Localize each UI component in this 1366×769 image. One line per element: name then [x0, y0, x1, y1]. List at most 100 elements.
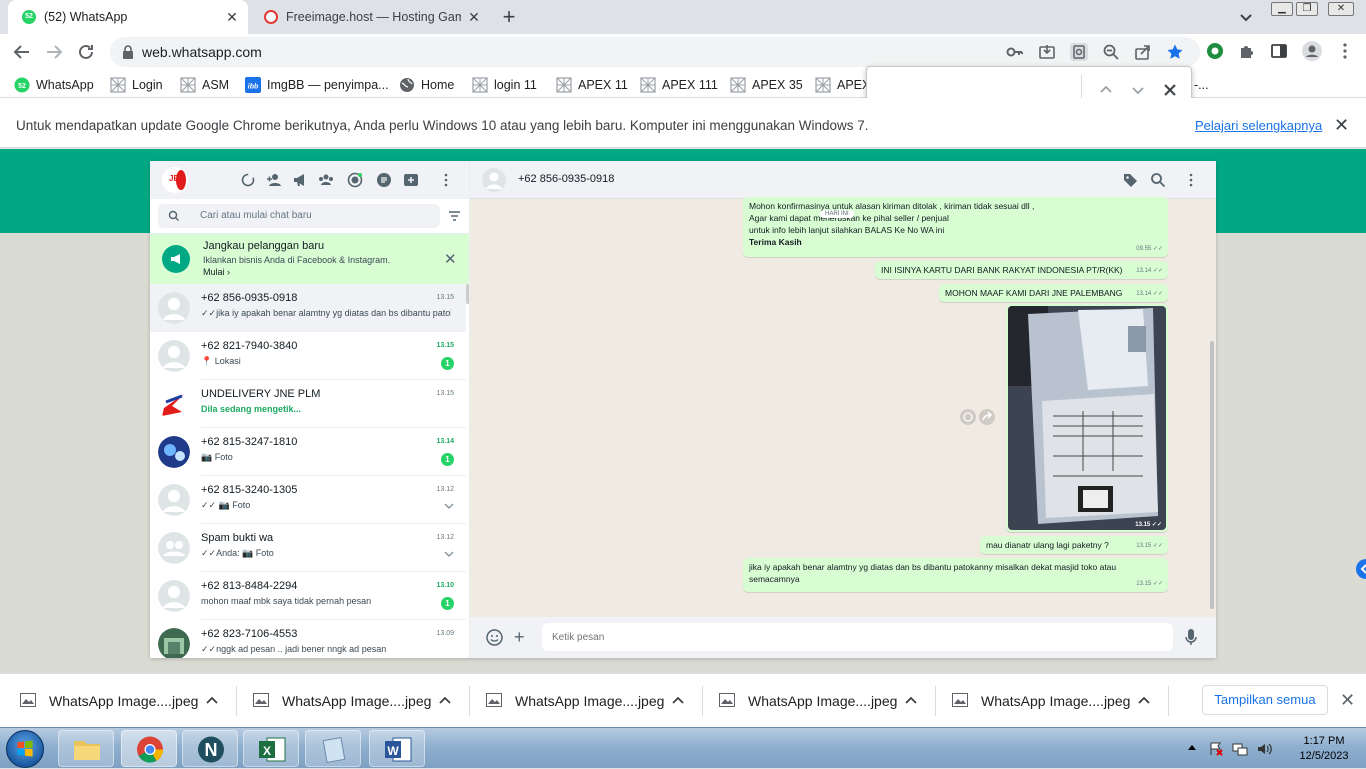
close-tab-icon[interactable]: ✕	[466, 9, 482, 25]
chevron-down-icon[interactable]	[444, 502, 454, 510]
download-item[interactable]: WhatsApp Image....jpeg	[233, 674, 470, 728]
bookmark-apex-11[interactable]: APEX 11	[556, 76, 628, 94]
chevron-down-icon[interactable]	[444, 550, 454, 558]
bookmark-apex-111[interactable]: APEX 111	[640, 76, 718, 94]
menu-icon[interactable]	[438, 172, 454, 188]
megaphone-icon[interactable]	[292, 172, 308, 188]
message-bubble-outgoing[interactable]: jika iy apakah benar alamtny yg diatas d…	[743, 558, 1168, 592]
bookmark-login[interactable]: Login	[110, 76, 163, 94]
taskbar-notepad[interactable]	[305, 730, 361, 767]
react-emoji-button[interactable]	[960, 409, 976, 425]
find-close-button[interactable]	[1161, 81, 1179, 99]
bookmark-overflow[interactable]: -...	[1194, 76, 1209, 94]
close-tab-icon[interactable]: ✕	[224, 9, 240, 25]
microphone-icon[interactable]	[1185, 629, 1197, 646]
install-app-icon[interactable]	[1038, 43, 1056, 61]
chevron-up-icon[interactable]	[1138, 695, 1150, 705]
channels-icon[interactable]	[376, 172, 392, 188]
download-item[interactable]: WhatsApp Image....jpeg	[466, 674, 703, 728]
tab-search-icon[interactable]	[1238, 9, 1254, 25]
conversation-header[interactable]: +62 856-0935-0918	[470, 161, 1216, 199]
close-downloads-button[interactable]: ✕	[1340, 690, 1355, 711]
forward-button[interactable]	[979, 409, 995, 425]
new-chat-icon[interactable]	[403, 172, 419, 188]
find-previous-button[interactable]	[1097, 81, 1115, 99]
chevron-up-icon[interactable]	[905, 695, 917, 705]
message-bubble-outgoing[interactable]: MOHON MAAF KAMI DARI JNE PALEMBANG 13.14…	[939, 284, 1168, 302]
promo-close-button[interactable]: ✕	[444, 250, 457, 268]
action-center-flag-icon[interactable]	[1208, 741, 1224, 757]
image-message[interactable]: 13.15 ✓✓	[1006, 304, 1168, 532]
profile-avatar-icon[interactable]	[1302, 41, 1322, 61]
chat-list-item[interactable]: +62 823-7106-4553 13.09 ✓✓nggk ad pesan …	[150, 620, 466, 658]
bookmark-apex[interactable]: APEX	[815, 76, 870, 94]
chevron-up-icon[interactable]	[439, 695, 451, 705]
show-all-downloads-button[interactable]: Tampilkan semua	[1202, 685, 1328, 715]
download-item[interactable]: WhatsApp Image....jpeg	[699, 674, 936, 728]
download-item[interactable]: WhatsApp Image....jpeg	[0, 674, 237, 728]
close-window-button[interactable]: ✕	[1328, 2, 1354, 16]
taskbar-chrome[interactable]	[121, 730, 177, 767]
side-panel-icon[interactable]	[1270, 42, 1288, 60]
extensions-puzzle-icon[interactable]	[1238, 42, 1256, 60]
attach-plus-icon[interactable]: +	[514, 628, 525, 646]
bookmark-login-11[interactable]: login 11	[472, 76, 537, 94]
zoom-icon[interactable]	[1102, 43, 1120, 61]
lock-icon[interactable]	[122, 45, 134, 59]
address-bar[interactable]: web.whatsapp.com	[110, 37, 1200, 67]
bookmark-apex-35[interactable]: APEX 35	[730, 76, 803, 94]
system-clock[interactable]: 1:17 PM 12/5/2023	[1288, 734, 1360, 764]
message-bubble-outgoing[interactable]: INI ISINYA KARTU DARI BANK RAKYAT INDONE…	[875, 261, 1168, 279]
filter-icon[interactable]	[448, 210, 461, 222]
bookmark-star-icon[interactable]	[1166, 43, 1184, 61]
forward-button[interactable]	[44, 42, 64, 62]
start-button[interactable]	[6, 730, 44, 768]
download-item[interactable]: WhatsApp Image....jpeg	[932, 674, 1169, 728]
profile-avatar[interactable]: JE	[162, 167, 188, 193]
chat-list-item[interactable]: +62 821-7940-3840 13.15 📍 Lokasi 1	[150, 332, 466, 380]
chat-list-item[interactable]: +62 813-8484-2294 13.10 mohon maaf mbk s…	[150, 572, 466, 620]
taskbar-n-app[interactable]: N	[182, 730, 238, 767]
chat-list-item[interactable]: Spam bukti wa 13.12 ✓✓Anda: 📷 Foto	[150, 524, 466, 572]
communities-status-icon[interactable]	[240, 172, 256, 188]
tab-whatsapp[interactable]: 52 (52) WhatsApp ✕	[8, 0, 248, 34]
info-bar-close-button[interactable]: ✕	[1334, 115, 1349, 136]
contact-avatar[interactable]	[482, 168, 506, 192]
learn-more-link[interactable]: Pelajari selengkapnya	[1195, 118, 1322, 133]
label-tag-icon[interactable]	[1122, 172, 1138, 188]
emoji-icon[interactable]	[486, 629, 503, 646]
taskbar-word[interactable]: W	[369, 730, 425, 767]
search-input[interactable]: Cari atau mulai chat baru	[158, 204, 440, 228]
promo-start-link[interactable]: Mulai ›	[203, 267, 230, 277]
restore-button[interactable]: ❐	[1296, 2, 1318, 16]
menu-icon[interactable]	[1183, 172, 1199, 188]
add-contact-icon[interactable]	[266, 172, 282, 188]
new-tab-button[interactable]: +	[498, 6, 520, 28]
search-icon[interactable]	[1150, 172, 1166, 188]
package-photo[interactable]	[1008, 306, 1166, 530]
chat-list-item[interactable]: +62 815-3247-1810 13.14 📷 Foto 1	[150, 428, 466, 476]
chevron-up-icon[interactable]	[206, 695, 218, 705]
conversation-scrollbar[interactable]	[1210, 341, 1214, 609]
find-next-button[interactable]	[1129, 81, 1147, 99]
message-bubble-outgoing[interactable]: Mohon konfirmasinya untuk alasan kiriman…	[743, 197, 1168, 257]
network-icon[interactable]	[1232, 741, 1248, 757]
find-in-page-icon[interactable]	[1070, 43, 1088, 61]
reload-button[interactable]	[76, 42, 96, 62]
key-icon[interactable]	[1006, 43, 1024, 61]
chat-list-item[interactable]: +62 815-3240-1305 13.12 ✓✓ 📷 Foto	[150, 476, 466, 524]
message-input[interactable]	[542, 623, 1173, 651]
floating-extension-bubble[interactable]	[1356, 559, 1366, 579]
show-hidden-icons-icon[interactable]	[1187, 743, 1197, 751]
taskbar-excel[interactable]: X	[243, 730, 299, 767]
bookmark-asm[interactable]: ASM	[180, 76, 229, 94]
business-promo-banner[interactable]: Jangkau pelanggan baru Iklankan bisnis A…	[150, 234, 469, 284]
chevron-up-icon[interactable]	[672, 695, 684, 705]
chat-list-item[interactable]: UNDELIVERY JNE PLM 13.15 Dila sedang men…	[150, 380, 466, 428]
chat-list-item[interactable]: +62 856-0935-0918 13.15 ✓✓jika iy apakah…	[150, 284, 466, 332]
bookmark-imgbb[interactable]: ibb ImgBB — penyimpa...	[245, 76, 389, 94]
tab-freeimage[interactable]: Freeimage.host — Hosting Gamb ✕	[250, 0, 490, 34]
bookmark-whatsapp[interactable]: 52 WhatsApp	[14, 76, 94, 94]
share-icon[interactable]	[1134, 43, 1152, 61]
chrome-menu-icon[interactable]	[1336, 42, 1354, 60]
